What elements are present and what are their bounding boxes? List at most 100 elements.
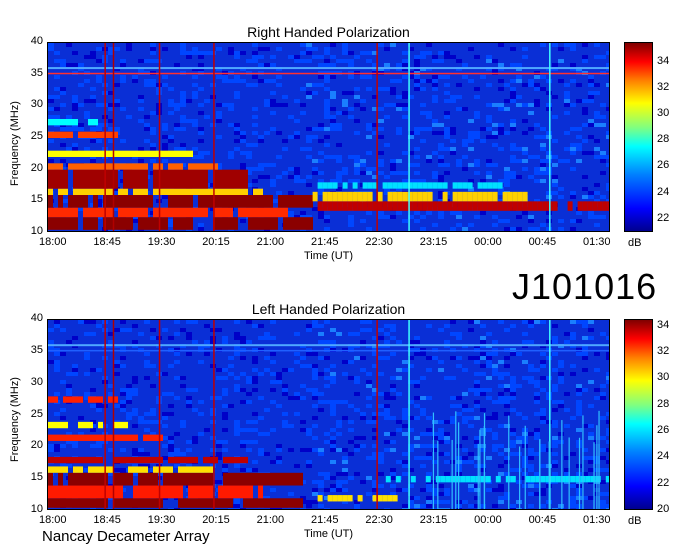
vertical-spike <box>437 440 439 509</box>
emission-cell <box>337 191 343 202</box>
emission-cell <box>198 207 203 218</box>
emission-cell <box>188 472 193 486</box>
emission-cell <box>198 498 203 508</box>
emission-cell <box>208 456 213 464</box>
emission-cell <box>163 466 168 473</box>
emission-cell <box>48 150 53 157</box>
emission-cell <box>88 131 93 138</box>
emission-cell <box>347 495 353 502</box>
emission-cell <box>108 163 113 170</box>
emission-cell <box>472 201 478 211</box>
emission-cell <box>223 207 228 218</box>
emission-cell <box>73 119 78 126</box>
emission-cell <box>88 434 93 441</box>
emission-cell <box>83 150 88 157</box>
emission-cell <box>128 169 133 189</box>
colorbar-tick-label: 20 <box>657 503 670 515</box>
emission-cell <box>143 195 148 208</box>
spectrogram-right <box>47 42 610 232</box>
emission-cell <box>168 169 173 189</box>
emission-cell <box>208 163 213 170</box>
emission-cell <box>228 169 233 189</box>
emission-cell <box>148 498 153 508</box>
emission-cell <box>158 169 163 189</box>
emission-cell <box>352 201 358 211</box>
emission-cell <box>243 498 248 508</box>
emission-cell <box>178 472 183 486</box>
emission-cell <box>193 169 198 189</box>
emission-cell <box>327 495 333 502</box>
emission-cell <box>357 201 363 211</box>
emission-cell <box>253 207 258 218</box>
emission-cell <box>427 191 433 202</box>
colorbar-left <box>624 319 653 510</box>
emission-cell <box>88 207 93 218</box>
emission-cell <box>193 485 198 499</box>
emission-cell <box>148 456 153 464</box>
emission-cell <box>88 421 93 429</box>
emission-cell <box>387 495 393 502</box>
emission-cell <box>58 207 63 218</box>
emission-cell <box>203 188 208 195</box>
emission-cell <box>48 434 53 441</box>
emission-cell <box>362 201 368 211</box>
emission-cell <box>327 201 333 211</box>
emission-cell <box>223 498 228 508</box>
emission-cell <box>258 217 263 230</box>
emission-cell <box>337 201 343 211</box>
emission-cell <box>243 207 248 218</box>
emission-cell <box>377 495 383 502</box>
emission-cell <box>248 217 253 230</box>
emission-cell <box>98 434 103 441</box>
emission-cell <box>83 188 88 195</box>
emission-cell <box>178 466 183 473</box>
emission-cell <box>158 207 163 218</box>
emission-cell <box>382 201 388 211</box>
emission-cell <box>258 485 263 499</box>
emission-cell <box>53 131 58 138</box>
emission-cell <box>412 182 418 189</box>
x-tick-label: 21:45 <box>310 236 339 248</box>
emission-cell <box>367 201 373 211</box>
emission-cell <box>258 472 263 486</box>
emission-cell <box>382 495 388 502</box>
emission-cell <box>342 495 348 502</box>
emission-cell <box>203 195 208 208</box>
emission-cell <box>123 188 128 195</box>
emission-cell <box>392 191 398 202</box>
emission-cell <box>218 217 223 230</box>
emission-cell <box>53 421 58 429</box>
emission-cell <box>108 150 113 157</box>
emission-cell <box>317 201 323 211</box>
emission-cell <box>93 456 98 464</box>
emission-cell <box>412 191 418 202</box>
emission-cell <box>153 485 158 499</box>
emission-cell <box>417 201 423 211</box>
emission-cell <box>168 163 173 170</box>
emission-cell <box>78 434 83 441</box>
emission-cell <box>243 485 248 499</box>
emission-cell <box>327 182 333 189</box>
emission-cell <box>178 163 183 170</box>
emission-cell <box>238 195 243 208</box>
emission-cell <box>278 472 283 486</box>
x-tick-label: 23:15 <box>419 236 448 248</box>
emission-cell <box>587 201 593 211</box>
colorbar-tick-label: 26 <box>657 423 670 436</box>
emission-cell <box>133 434 138 441</box>
emission-cell <box>238 188 243 195</box>
y-tick-label: 25 <box>30 130 43 142</box>
emission-cell <box>412 201 418 211</box>
x-tick-label: 18:00 <box>39 236 67 248</box>
emission-cell <box>108 188 113 195</box>
emission-cell <box>73 188 78 195</box>
emission-cell <box>58 195 63 208</box>
vertical-marker <box>376 43 378 231</box>
emission-cell <box>178 207 183 218</box>
emission-cell <box>63 498 68 508</box>
emission-cell <box>253 217 258 230</box>
emission-cell <box>422 191 428 202</box>
emission-cell <box>540 475 546 483</box>
emission-cell <box>143 472 148 486</box>
emission-cell <box>148 150 153 157</box>
